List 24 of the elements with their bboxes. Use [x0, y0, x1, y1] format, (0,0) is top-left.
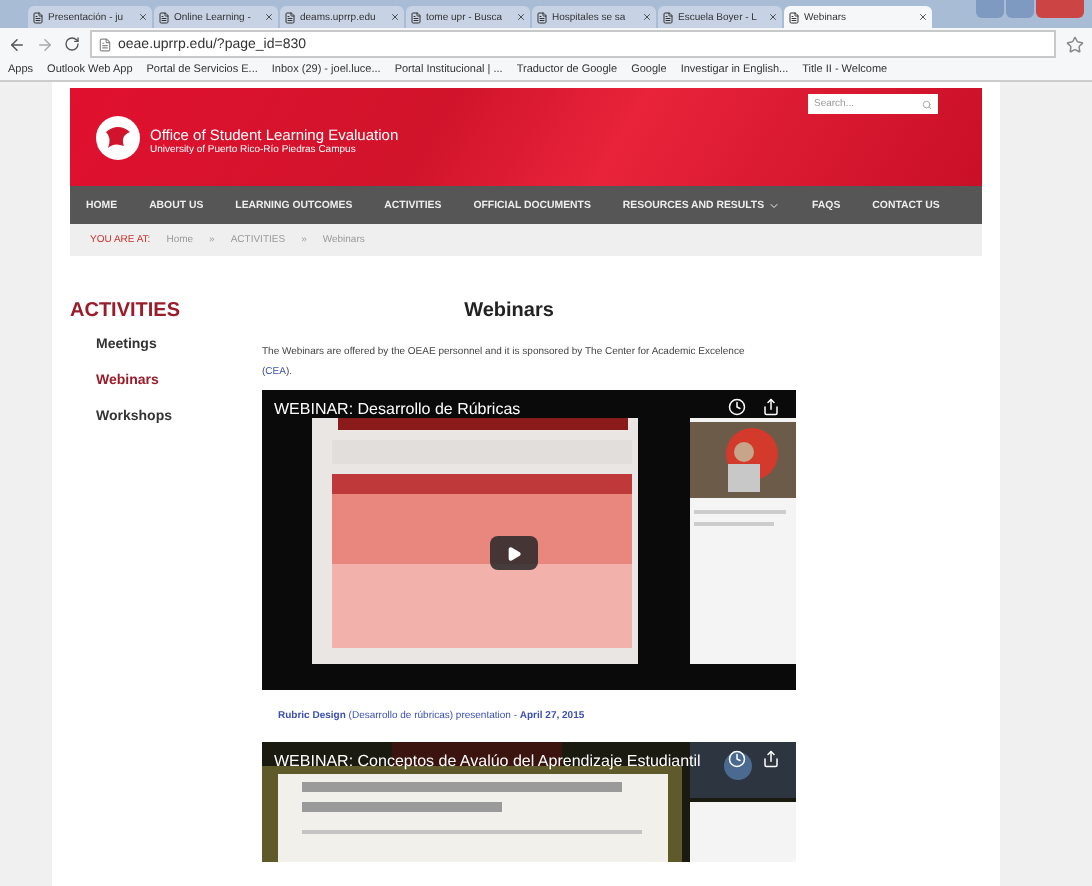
page-icon — [98, 37, 112, 51]
clock-icon[interactable] — [728, 398, 746, 416]
back-icon[interactable] — [8, 35, 26, 53]
share-icon[interactable] — [762, 398, 780, 416]
video-player[interactable]: WEBINAR: Conceptos de Avalúo del Aprendizaje Estudiantil — [262, 742, 796, 862]
page-icon — [158, 11, 170, 23]
play-button[interactable] — [490, 536, 538, 570]
video-title[interactable]: WEBINAR: Desarrollo de Rúbricas — [274, 400, 521, 418]
reload-icon[interactable] — [64, 36, 80, 52]
page-icon — [536, 11, 548, 23]
share-icon[interactable] — [762, 750, 780, 768]
logo-icon — [94, 113, 142, 161]
sidebar-heading: ACTIVITIES — [70, 300, 183, 322]
video-player[interactable]: WEBINAR: Desarrollo de Rúbricas — [262, 390, 796, 690]
page-icon — [32, 11, 44, 23]
star-icon[interactable] — [1066, 35, 1084, 53]
video-title[interactable]: WEBINAR: Conceptos de Avalúo del Aprendizaje Estudiantil — [274, 752, 701, 770]
play-icon — [506, 545, 522, 561]
clock-icon[interactable] — [728, 750, 746, 768]
page-icon — [410, 11, 422, 23]
page-title: Webinars — [462, 300, 556, 322]
page-icon — [662, 11, 674, 23]
page-icon — [788, 11, 800, 23]
page-icon — [284, 11, 296, 23]
